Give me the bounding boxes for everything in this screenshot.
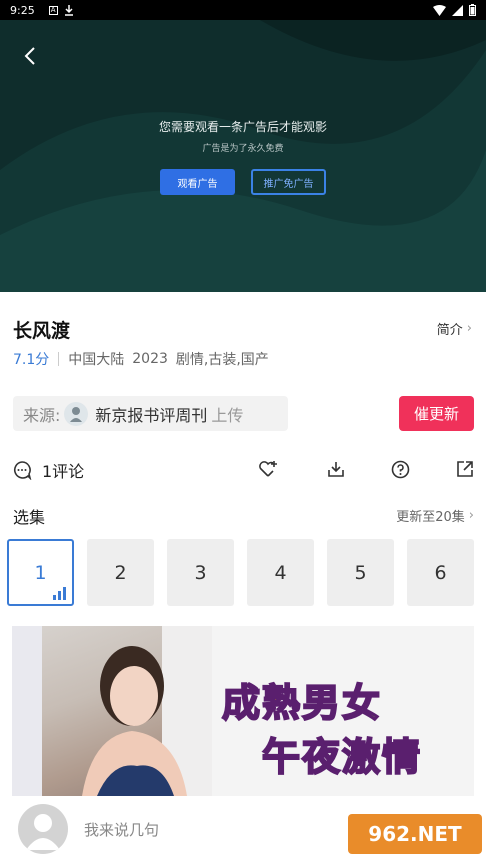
- favorite-button[interactable]: [257, 458, 279, 480]
- banner-line-1b: 男女: [301, 680, 383, 726]
- source-label: 来源:: [23, 405, 61, 425]
- episode-item[interactable]: 5: [327, 539, 394, 606]
- episode-item[interactable]: 1: [7, 539, 74, 606]
- status-bar: 9:25 A: [0, 0, 486, 20]
- banner-line-1: 成熟男女: [221, 672, 383, 727]
- player-background: [0, 20, 486, 292]
- banner-figure: [12, 626, 212, 796]
- promote-no-ads-button[interactable]: 推广免广告: [251, 169, 326, 195]
- episode-item[interactable]: 2: [87, 539, 154, 606]
- episode-item[interactable]: 6: [407, 539, 474, 606]
- show-region: 中国大陆: [68, 352, 125, 368]
- comment-input[interactable]: 我来说几句: [84, 819, 159, 840]
- ad-message: 您需要观看一条广告后才能观影: [158, 120, 327, 134]
- comment-icon: [13, 461, 32, 480]
- download-icon: [328, 462, 344, 477]
- episodes-update-link[interactable]: 更新至20集 ›: [396, 506, 474, 525]
- ad-banner[interactable]: 成熟男女 午夜激情: [12, 626, 474, 796]
- chevron-right-icon: ›: [466, 321, 472, 336]
- share-button[interactable]: [454, 458, 476, 480]
- banner-photo: [12, 626, 212, 796]
- banner-line-2b: 激情: [341, 734, 423, 780]
- source-suffix: 上传: [211, 405, 244, 425]
- avatar[interactable]: [18, 804, 68, 854]
- episode-number: 5: [354, 561, 367, 584]
- wifi-icon: [433, 4, 446, 16]
- download-button[interactable]: [325, 458, 347, 480]
- episode-number: 4: [274, 561, 287, 584]
- episode-number: 6: [434, 561, 447, 584]
- show-meta: 7.1分 中国大陆 2023 剧情,古装,国产: [13, 349, 269, 369]
- watch-ad-button[interactable]: 观看广告: [160, 169, 235, 195]
- show-year: 2023: [132, 351, 168, 367]
- banner-line-2a: 午夜: [261, 734, 343, 780]
- watermark-logo: 962.NET: [348, 814, 482, 854]
- back-button[interactable]: [16, 42, 44, 70]
- help-button[interactable]: [389, 458, 411, 480]
- episode-item[interactable]: 4: [247, 539, 314, 606]
- episodes-header: 选集: [13, 508, 46, 527]
- action-row: 1评论: [0, 454, 486, 484]
- episode-item[interactable]: 3: [167, 539, 234, 606]
- battery-icon: [469, 4, 476, 16]
- comment-button[interactable]: 1评论: [12, 458, 84, 482]
- banner-line-1a: 成熟: [221, 680, 303, 726]
- comment-count: 1评论: [42, 462, 85, 481]
- intro-link[interactable]: 简介 ›: [437, 319, 472, 338]
- episode-number: 1: [34, 561, 47, 584]
- banner-line-2: 午夜激情: [261, 726, 423, 781]
- meta-divider: [58, 352, 60, 366]
- user-icon: [26, 814, 60, 850]
- show-score: 7.1分: [13, 352, 50, 368]
- episodes-update-text: 更新至20集: [396, 510, 465, 525]
- show-genres: 剧情,古装,国产: [175, 352, 269, 368]
- episode-number: 3: [194, 561, 207, 584]
- chevron-left-icon: [24, 47, 35, 65]
- help-icon: [391, 460, 409, 478]
- ad-subtext: 广告是为了永久免费: [202, 144, 284, 154]
- download-notification-icon: [64, 4, 73, 16]
- episode-number: 2: [114, 561, 127, 584]
- show-title: 长风渡: [13, 320, 71, 342]
- signal-icon: [452, 4, 463, 16]
- comment-bar: 我来说几句 962.NET: [0, 796, 486, 865]
- notification-a-icon: A: [48, 5, 58, 15]
- source-name: 新京报书评周刊: [95, 405, 208, 425]
- source-box[interactable]: 来源: 新京报书评周刊 上传: [13, 396, 288, 431]
- video-player[interactable]: 您需要观看一条广告后才能观影 广告是为了永久免费 观看广告 推广免广告: [0, 20, 486, 292]
- episode-list: 1 2 3 4 5 6: [7, 539, 474, 606]
- intro-label: 简介: [436, 323, 463, 338]
- chevron-right-icon: ›: [468, 508, 474, 523]
- status-time: 9:25: [10, 3, 35, 17]
- playing-bars-icon: [53, 587, 66, 600]
- urge-update-button[interactable]: 催更新: [399, 396, 474, 431]
- source-avatar: [64, 401, 89, 426]
- share-icon: [457, 461, 473, 477]
- heart-plus-icon: [259, 461, 277, 477]
- person-icon: [70, 406, 83, 422]
